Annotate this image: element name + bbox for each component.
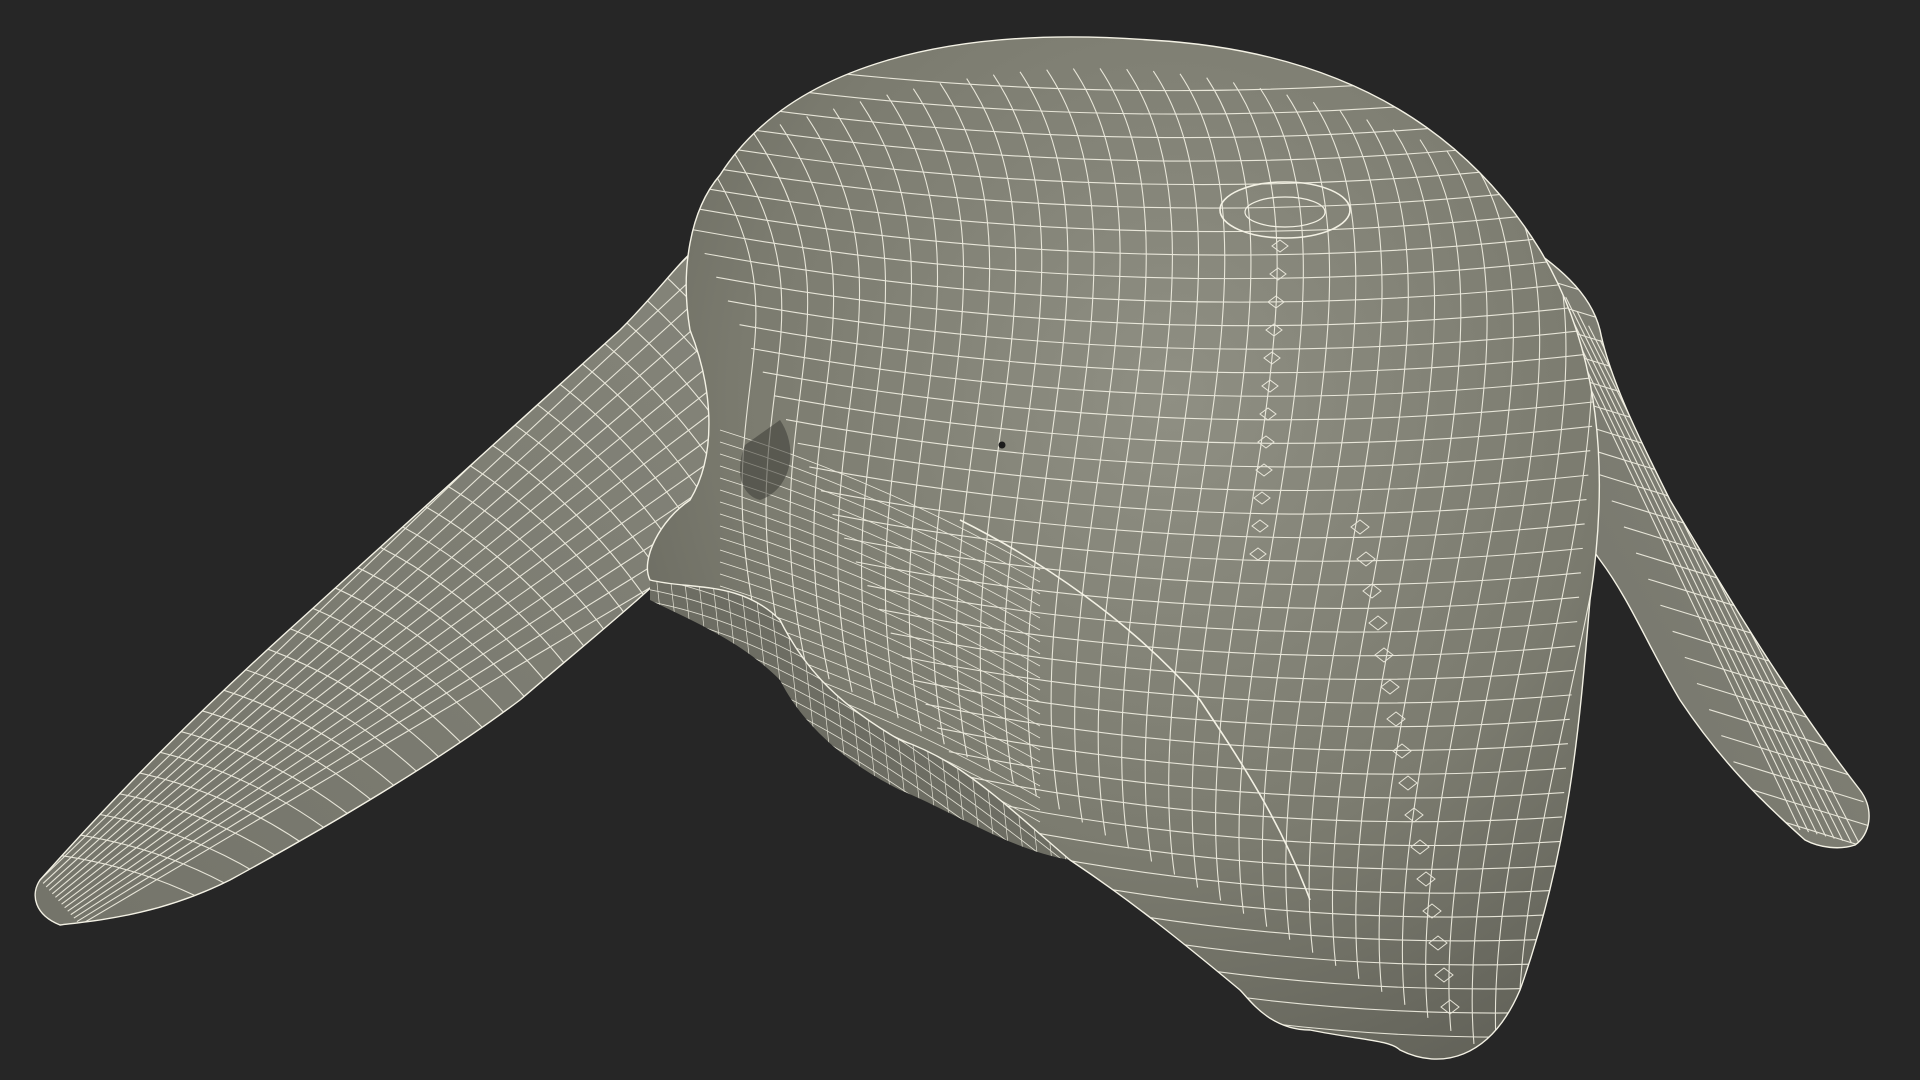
render-viewport [0, 0, 1920, 1080]
wireframe-render [0, 0, 1920, 1080]
eye [998, 441, 1006, 449]
